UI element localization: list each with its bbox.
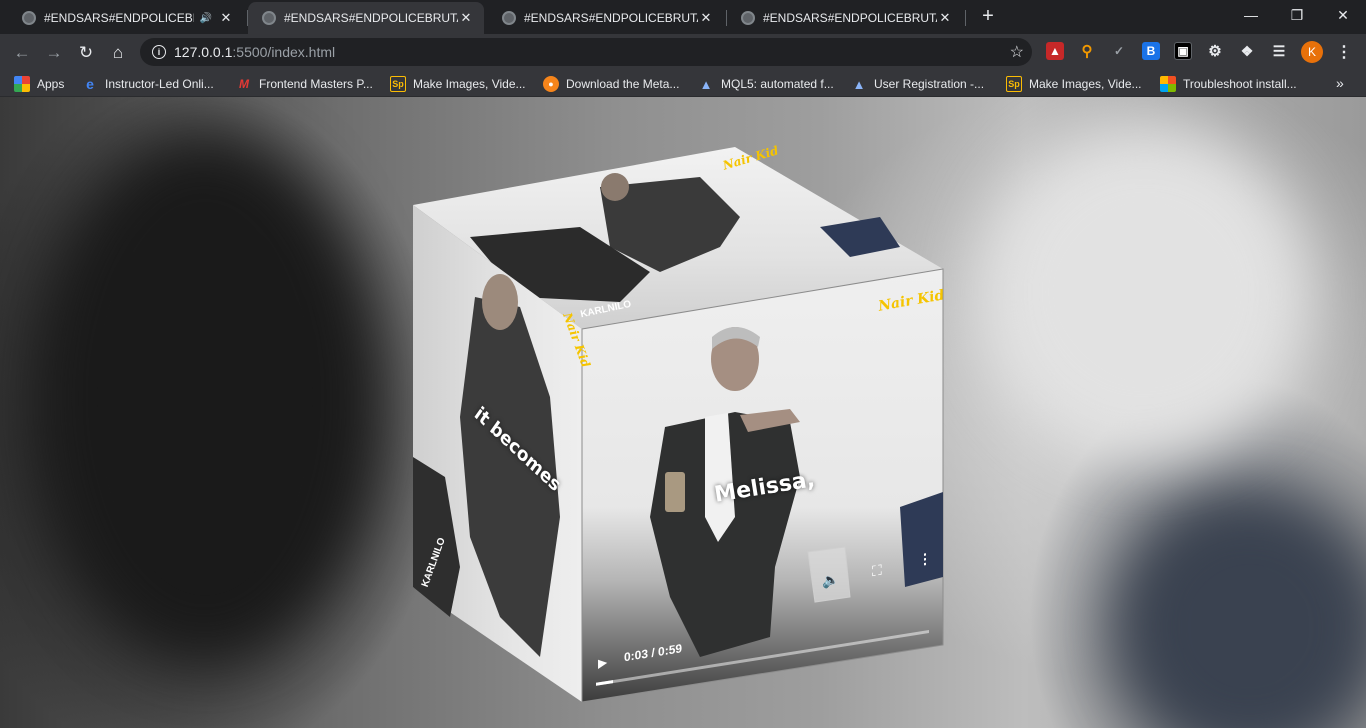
- home-button[interactable]: ⌂: [104, 39, 132, 67]
- globe-icon: [741, 11, 755, 25]
- bookmark-label: Apps: [37, 77, 65, 91]
- left-face-head: [482, 274, 518, 330]
- info-icon[interactable]: i: [152, 45, 166, 59]
- video-cube: Nair Kid Nair Kid Nair Kid KARLNILO KARL…: [0, 97, 1366, 728]
- bookmark-label: User Registration -...: [874, 77, 985, 91]
- close-icon[interactable]: ✕: [937, 10, 953, 26]
- tab-divider: [965, 10, 966, 26]
- tab-2[interactable]: #ENDSARS#ENDPOLICEBRUTALITY ✕: [248, 2, 484, 34]
- bookmark-label: Make Images, Vide...: [413, 77, 526, 91]
- minimize-button[interactable]: —: [1228, 0, 1274, 30]
- bookmark-item[interactable]: ▲ MQL5: automated f...: [698, 75, 834, 93]
- front-face-glass: [665, 472, 685, 512]
- tab-strip: #ENDSARS#ENDPOLICEBRUTALITY 🔊 ✕ #ENDSARS…: [0, 0, 1366, 34]
- fullscreen-icon[interactable]: ⛶: [872, 562, 882, 581]
- video-timecode: 0:03 / 0:59: [624, 641, 683, 665]
- gear-icon[interactable]: ⚙: [1206, 42, 1224, 60]
- globe-icon: [22, 11, 36, 25]
- window-close-button[interactable]: ✕: [1320, 0, 1366, 30]
- toolbar: ← → ↻ ⌂ i 127.0.0.1:5500/index.html ☆ ▲ …: [0, 34, 1366, 71]
- key-extension-icon[interactable]: ⚲: [1078, 42, 1096, 60]
- close-icon[interactable]: ✕: [218, 10, 234, 26]
- tab-title: #ENDSARS#ENDPOLICEBRUTALITY: [44, 11, 194, 25]
- avatar[interactable]: K: [1301, 41, 1323, 63]
- url-host: 127.0.0.1: [174, 44, 233, 60]
- graduation-cap-icon: ▲: [699, 76, 713, 92]
- bookmark-item[interactable]: Sp Make Images, Vide...: [1006, 75, 1142, 93]
- bookmark-label: Frontend Masters P...: [259, 77, 373, 91]
- speaker-icon[interactable]: 🔊: [200, 13, 212, 24]
- tab-title: #ENDSARS#ENDPOLICEBRUTALITY: [524, 11, 698, 25]
- restore-button[interactable]: ❐: [1274, 0, 1320, 30]
- bookmarks-bar: Apps e Instructor-Led Onli... M Frontend…: [0, 71, 1366, 97]
- sp-icon: Sp: [1006, 76, 1022, 92]
- bookmark-label: Download the Meta...: [566, 77, 680, 91]
- bookmark-apps[interactable]: Apps: [14, 75, 64, 93]
- chevron-right-icon[interactable]: »: [1336, 75, 1344, 91]
- apps-grid-icon: [14, 76, 30, 92]
- checkmark-extension-icon[interactable]: ✓: [1110, 42, 1128, 60]
- bookmark-label: MQL5: automated f...: [721, 77, 834, 91]
- menu-icon[interactable]: ⋮: [1336, 42, 1352, 62]
- bookmark-item[interactable]: ▲ User Registration -...: [851, 75, 984, 93]
- bookmark-label: Make Images, Vide...: [1029, 77, 1142, 91]
- tab-3[interactable]: #ENDSARS#ENDPOLICEBRUTALITY ✕: [488, 2, 724, 34]
- tab-4[interactable]: #ENDSARS#ENDPOLICEBRUTALITY ✕: [727, 2, 963, 34]
- e-logo-icon: e: [86, 76, 94, 92]
- bookmark-item[interactable]: Troubleshoot install...: [1160, 75, 1297, 93]
- back-button[interactable]: ←: [8, 39, 36, 67]
- address-bar[interactable]: i 127.0.0.1:5500/index.html ☆: [140, 38, 1032, 66]
- metamask-icon: ●: [543, 76, 559, 92]
- media-queue-icon[interactable]: ☰: [1270, 42, 1288, 60]
- bookmark-star-icon[interactable]: ☆: [1010, 42, 1024, 62]
- page-viewport: Nair Kid Nair Kid Nair Kid KARLNILO KARL…: [0, 97, 1366, 728]
- bookmark-item[interactable]: e Instructor-Led Onli...: [82, 75, 214, 93]
- reload-button[interactable]: ↻: [72, 39, 100, 67]
- globe-icon: [262, 11, 276, 25]
- bookmark-label: Troubleshoot install...: [1183, 77, 1297, 91]
- tab-1[interactable]: #ENDSARS#ENDPOLICEBRUTALITY 🔊 ✕: [8, 2, 244, 34]
- url-path: :5500/index.html: [232, 44, 336, 60]
- bookmark-item[interactable]: ● Download the Meta...: [543, 75, 679, 93]
- microsoft-icon: [1160, 76, 1176, 92]
- play-icon[interactable]: ▶: [598, 655, 607, 670]
- tab-title: #ENDSARS#ENDPOLICEBRUTALITY: [763, 11, 937, 25]
- pdf-extension-icon[interactable]: ▲: [1046, 42, 1064, 60]
- frontend-masters-icon: M: [239, 77, 249, 91]
- puzzle-icon[interactable]: ❖: [1238, 42, 1256, 60]
- bookmark-item[interactable]: Sp Make Images, Vide...: [390, 75, 526, 93]
- graduation-cap-icon: ▲: [852, 76, 866, 92]
- close-icon[interactable]: ✕: [698, 10, 714, 26]
- sp-icon: Sp: [390, 76, 406, 92]
- tab-title: #ENDSARS#ENDPOLICEBRUTALITY: [284, 11, 458, 25]
- forward-button[interactable]: →: [40, 39, 68, 67]
- new-tab-button[interactable]: +: [977, 6, 999, 28]
- b-extension-icon[interactable]: B: [1142, 42, 1160, 60]
- bookmark-item[interactable]: M Frontend Masters P...: [236, 75, 373, 93]
- bookmark-label: Instructor-Led Onli...: [105, 77, 214, 91]
- cube-extension-icon[interactable]: ▣: [1174, 42, 1192, 60]
- close-icon[interactable]: ✕: [458, 10, 474, 26]
- more-options-icon[interactable]: ⋮: [918, 550, 932, 569]
- video-progress-fill: [596, 680, 613, 686]
- globe-icon: [502, 11, 516, 25]
- top-face-head: [601, 173, 629, 201]
- volume-icon[interactable]: 🔈: [822, 570, 839, 590]
